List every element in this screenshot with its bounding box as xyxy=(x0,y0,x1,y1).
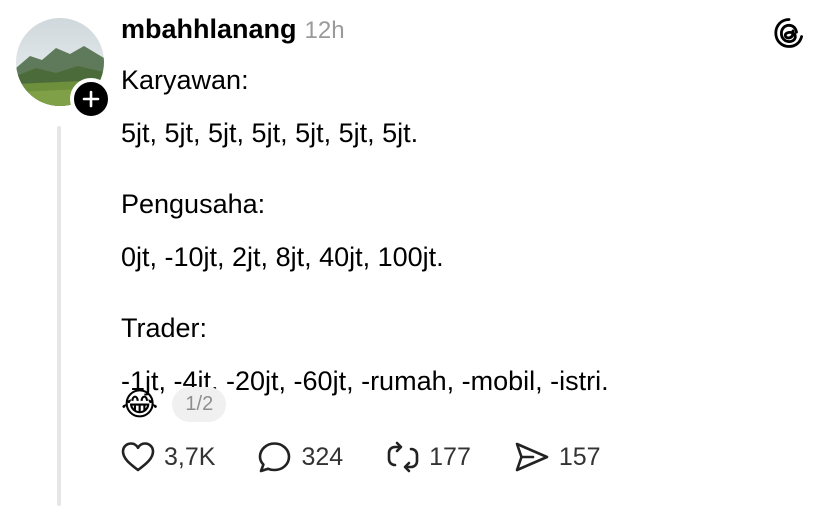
karyawan-label: Karyawan: xyxy=(121,65,249,95)
reply-count: 324 xyxy=(301,442,344,471)
pengusaha-label: Pengusaha: xyxy=(121,189,266,219)
repost-icon xyxy=(387,441,419,473)
comment-icon xyxy=(259,442,291,473)
repost-button[interactable]: 177 xyxy=(385,440,471,474)
post-body: Karyawan: 5jt, 5jt, 5jt, 5jt, 5jt, 5jt, … xyxy=(121,62,781,400)
share-count: 157 xyxy=(558,442,601,471)
attachment-row: 😂 1/2 xyxy=(121,384,227,424)
page-indicator[interactable]: 1/2 xyxy=(172,386,227,422)
like-button[interactable]: 3,7K xyxy=(120,440,215,474)
action-bar: 3,7K 324 177 157 xyxy=(120,440,643,474)
threads-logo-icon[interactable] xyxy=(772,16,806,50)
trader-label: Trader: xyxy=(121,313,208,343)
send-icon xyxy=(515,442,549,472)
reply-button[interactable]: 324 xyxy=(257,440,343,474)
share-button[interactable]: 157 xyxy=(513,440,601,474)
heart-icon xyxy=(121,442,155,472)
thread-connector-line xyxy=(57,126,61,506)
follow-button[interactable] xyxy=(70,78,112,120)
avatar-container xyxy=(16,18,112,120)
repost-count: 177 xyxy=(429,442,471,471)
laughing-emoji: 😂 xyxy=(121,385,159,423)
pengusaha-values: 0jt, -10jt, 2jt, 8jt, 40jt, 100jt. xyxy=(121,242,444,272)
plus-icon xyxy=(82,90,100,108)
post-header: mbahhlanang 12h xyxy=(121,14,345,45)
username[interactable]: mbahhlanang xyxy=(121,14,297,45)
timestamp: 12h xyxy=(304,17,345,44)
karyawan-values: 5jt, 5jt, 5jt, 5jt, 5jt, 5jt, 5jt. xyxy=(121,118,419,148)
like-count: 3,7K xyxy=(164,442,216,471)
